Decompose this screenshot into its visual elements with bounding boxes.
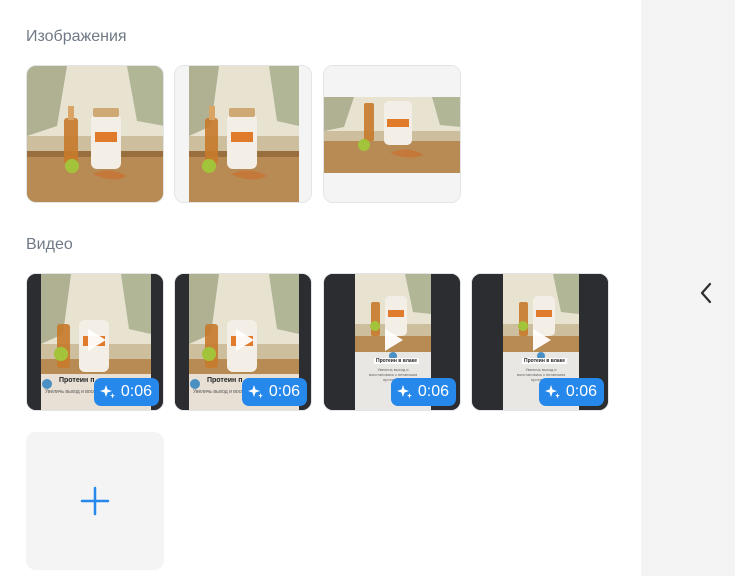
video-thumbnail-4[interactable]: Протеин в влаке Увеличь выход и восстано… (471, 273, 609, 411)
plus-icon (80, 486, 110, 516)
duration-label: 0:06 (120, 383, 152, 400)
add-media-button[interactable] (26, 432, 164, 570)
sparkle-icon (247, 385, 263, 399)
play-icon (88, 329, 106, 351)
image-thumbnail-2[interactable] (174, 65, 312, 203)
duration-badge: 0:06 (538, 378, 604, 406)
sparkle-icon (544, 385, 560, 399)
duration-label: 0:06 (417, 383, 449, 400)
media-panel: Изображения Видео Протеин п Увеличь выхо… (0, 0, 641, 576)
sparkle-icon (396, 385, 412, 399)
video-section-title: Видео (26, 236, 73, 253)
chevron-left-icon (700, 282, 712, 304)
video-thumbnail-1[interactable]: Протеин п Увеличь выход и восстановись 0… (26, 273, 164, 411)
duration-label: 0:06 (565, 383, 597, 400)
image-thumbnail-1[interactable] (26, 65, 164, 203)
images-section-title: Изображения (26, 28, 127, 45)
video-caption: Протеин в влаке (374, 358, 420, 364)
play-icon (236, 329, 254, 351)
video-caption: Протеин в влаке (522, 358, 568, 364)
product-photo (324, 66, 460, 202)
duration-badge: 0:06 (241, 378, 307, 406)
video-thumbnail-3[interactable]: Протеин в влаке Увеличь выход и восстано… (323, 273, 461, 411)
play-icon (533, 329, 551, 351)
sparkle-icon (99, 385, 115, 399)
side-panel (641, 0, 735, 576)
video-thumbnail-2[interactable]: Протеин п Увеличь выход и восстановись 0… (174, 273, 312, 411)
video-caption: Протеин п (59, 377, 95, 384)
image-thumbnail-3[interactable] (323, 65, 461, 203)
play-icon (385, 329, 403, 351)
collapse-panel-button[interactable] (691, 276, 721, 310)
duration-badge: 0:06 (93, 378, 159, 406)
product-photo (27, 66, 163, 202)
video-caption: Протеин п (207, 377, 243, 384)
duration-label: 0:06 (268, 383, 300, 400)
product-photo (175, 66, 311, 202)
duration-badge: 0:06 (390, 378, 456, 406)
